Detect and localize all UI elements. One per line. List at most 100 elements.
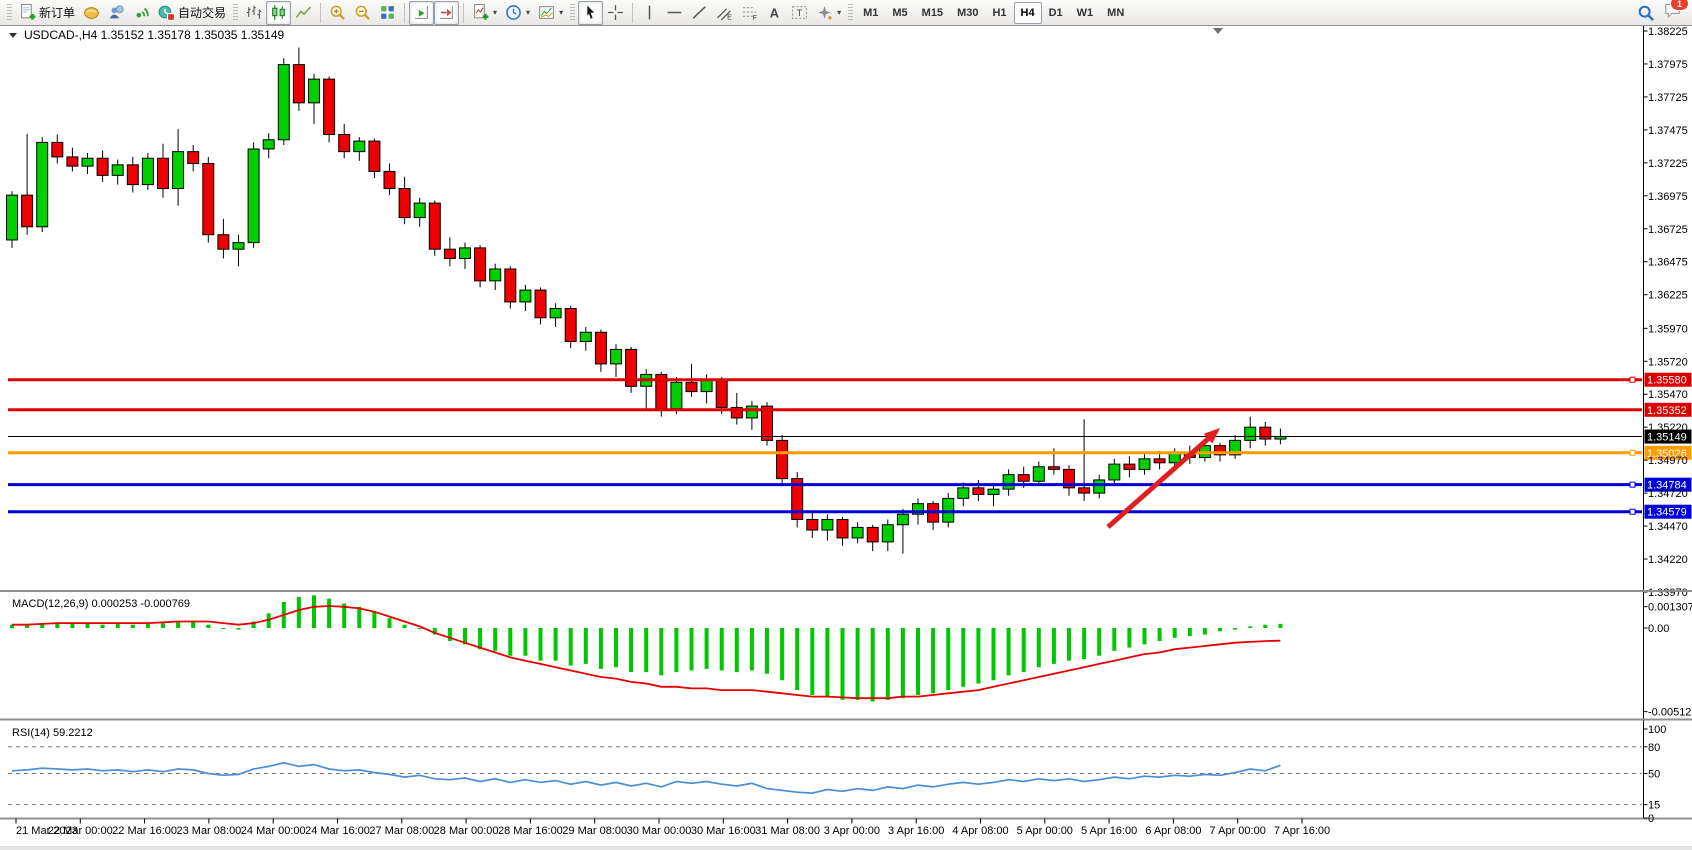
chart-shift-button[interactable]: [434, 1, 459, 25]
new-order-button[interactable]: 新订单: [15, 1, 79, 25]
price-tick-label: 1.36975: [1648, 191, 1688, 203]
timeframe-m1-button[interactable]: M1: [856, 2, 885, 24]
vertical-line-tool-button[interactable]: [637, 1, 662, 25]
macd-hist-bar: [795, 628, 799, 690]
market-watch-button[interactable]: [79, 1, 104, 25]
macd-hist-bar: [765, 628, 769, 674]
macd-hist-bar: [931, 628, 935, 693]
candle-body: [701, 380, 712, 392]
timeframe-w1-button[interactable]: W1: [1070, 2, 1101, 24]
time-tick-label: 31 Mar 08:00: [755, 825, 820, 837]
auto-scroll-button[interactable]: [409, 1, 434, 25]
zoom-out-button[interactable]: [350, 1, 375, 25]
macd-header: MACD(12,26,9) 0.000253 -0.000769: [12, 598, 190, 610]
time-tick-label: 22 Mar 00:00: [48, 825, 113, 837]
vertical-line-icon: [641, 4, 658, 21]
timeframe-h1-button[interactable]: H1: [985, 2, 1013, 24]
rsi-tick-label: 50: [1648, 769, 1660, 781]
equidistant-channel-icon: E: [716, 4, 733, 21]
templates-dropdown-caret[interactable]: ▾: [559, 8, 563, 17]
candle-body: [550, 309, 561, 318]
zoom-in-button[interactable]: [325, 1, 350, 25]
candle-body: [112, 165, 123, 176]
trendline-icon: [691, 4, 708, 21]
timeframe-m15-button[interactable]: M15: [915, 2, 950, 24]
toolbar-gripper[interactable]: [570, 4, 575, 22]
toolbar-separator: [632, 3, 633, 23]
toolbar-gripper[interactable]: [233, 4, 238, 22]
search-icon[interactable]: [1637, 4, 1655, 22]
macd-hist-bar: [1233, 628, 1237, 630]
macd-hist-bar: [1218, 628, 1222, 631]
trendline-tool-button[interactable]: [687, 1, 712, 25]
macd-hist-bar: [1127, 628, 1131, 648]
tile-windows-button[interactable]: [375, 1, 400, 25]
toolbar-gripper[interactable]: [848, 4, 853, 22]
templates-icon: [538, 4, 555, 21]
price-tick-label: 1.35220: [1648, 422, 1688, 434]
hline-handle[interactable]: [1630, 482, 1635, 487]
text-tool-button[interactable]: A: [762, 1, 787, 25]
timeframe-mn-button[interactable]: MN: [1100, 2, 1131, 24]
hline-handle[interactable]: [1630, 450, 1635, 455]
price-flag-label: 1.35580: [1647, 375, 1687, 387]
notifications-button[interactable]: 1: [1663, 1, 1682, 24]
candle-body: [1048, 467, 1059, 470]
timeframe-m30-button[interactable]: M30: [950, 2, 985, 24]
channel-tool-button[interactable]: E: [712, 1, 737, 25]
timeframe-h4-button[interactable]: H4: [1014, 2, 1042, 24]
macd-hist-bar: [418, 628, 422, 629]
cursor-tool-button[interactable]: [578, 1, 603, 25]
candlestick-chart-button[interactable]: [266, 1, 291, 25]
periods-dropdown-caret[interactable]: ▾: [526, 8, 530, 17]
macd-hist-bar: [584, 628, 588, 664]
text-label-tool-button[interactable]: T: [787, 1, 812, 25]
candle-body: [505, 269, 516, 302]
bar-chart-button[interactable]: [241, 1, 266, 25]
data-window-button[interactable]: [104, 1, 129, 25]
chart-canvas[interactable]: 1.355801.353521.351491.350261.347841.345…: [0, 26, 1692, 846]
hline-handle[interactable]: [1630, 509, 1635, 514]
templates-button[interactable]: ▾: [534, 1, 567, 25]
fibonacci-icon: F: [741, 4, 758, 21]
auto-trading-button[interactable]: 自动交易: [154, 1, 230, 25]
macd-hist-bar: [629, 628, 633, 672]
hline-handle[interactable]: [1630, 377, 1635, 382]
indicators-button[interactable]: ▾: [468, 1, 501, 25]
crosshair-icon: [607, 4, 624, 21]
price-tick-label: 1.35970: [1648, 323, 1688, 335]
candle-body: [867, 527, 878, 542]
candle-body: [444, 249, 455, 258]
crosshair-tool-button[interactable]: [603, 1, 628, 25]
candle-body: [973, 488, 984, 495]
candle-body: [67, 157, 78, 166]
timeframe-m5-button[interactable]: M5: [885, 2, 914, 24]
line-chart-icon: [295, 4, 312, 21]
macd-hist-bar: [856, 628, 860, 700]
clock-icon: [505, 4, 522, 21]
macd-hist-bar: [523, 628, 527, 656]
macd-hist-bar: [1203, 628, 1207, 635]
candle-body: [837, 519, 848, 537]
timeframe-d1-button[interactable]: D1: [1042, 2, 1070, 24]
macd-hist-bar: [388, 618, 392, 628]
candle-body: [490, 269, 501, 281]
horizontal-line-tool-button[interactable]: [662, 1, 687, 25]
macd-hist-bar: [1158, 628, 1162, 641]
candle-body: [777, 440, 788, 478]
arrows-tool-button[interactable]: ▾: [812, 1, 845, 25]
indicators-dropdown-caret[interactable]: ▾: [493, 8, 497, 17]
signals-button[interactable]: [129, 1, 154, 25]
toolbar-separator: [320, 3, 321, 23]
fibonacci-tool-button[interactable]: F: [737, 1, 762, 25]
horizontal-line-icon: [666, 4, 683, 21]
cursor-icon: [582, 4, 599, 21]
arrows-dropdown-caret[interactable]: ▾: [837, 8, 841, 17]
price-tick-label: 1.35470: [1648, 389, 1688, 401]
toolbar-gripper[interactable]: [7, 4, 12, 22]
macd-hist-bar: [599, 628, 603, 669]
macd-hist-bar: [206, 625, 210, 628]
line-chart-button[interactable]: [291, 1, 316, 25]
rsi-header: RSI(14) 59.2212: [12, 727, 93, 739]
periods-button[interactable]: ▾: [501, 1, 534, 25]
